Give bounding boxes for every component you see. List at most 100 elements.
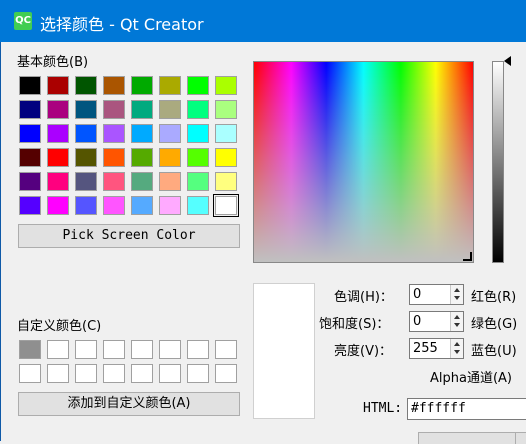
cancel-button[interactable] (515, 432, 526, 444)
basic-colors-label: 基本颜色(B) (17, 55, 89, 70)
basic-color-swatch[interactable] (159, 172, 181, 191)
basic-color-swatch[interactable] (47, 172, 69, 191)
basic-color-swatch[interactable] (187, 100, 209, 119)
basic-color-swatch[interactable] (47, 76, 69, 95)
custom-color-swatch[interactable] (103, 340, 125, 359)
basic-color-swatch[interactable] (213, 194, 239, 217)
hue-value: 0 (413, 287, 422, 302)
basic-color-swatch[interactable] (75, 76, 97, 95)
spin-down-icon[interactable] (454, 350, 460, 354)
basic-color-swatch[interactable] (47, 124, 69, 143)
custom-color-swatch[interactable] (131, 340, 153, 359)
alpha-label: Alpha通道(A) (430, 371, 512, 386)
basic-color-swatch[interactable] (187, 172, 209, 191)
custom-color-swatch[interactable] (215, 340, 237, 359)
basic-color-swatch[interactable] (75, 124, 97, 143)
basic-color-swatch[interactable] (75, 100, 97, 119)
value-spin-arrows[interactable] (450, 339, 463, 358)
custom-color-swatch[interactable] (187, 364, 209, 383)
hue-spinbox[interactable]: 0 (409, 284, 464, 305)
custom-colors-label: 自定义颜色(C) (17, 319, 102, 334)
basic-color-swatch[interactable] (159, 124, 181, 143)
basic-color-swatch[interactable] (159, 148, 181, 167)
value-value: 255 (413, 341, 438, 356)
spin-up-icon[interactable] (454, 342, 460, 346)
basic-color-swatch[interactable] (103, 196, 125, 215)
custom-color-swatch[interactable] (215, 364, 237, 383)
basic-color-swatch[interactable] (75, 148, 97, 167)
luminance-slider[interactable] (492, 61, 504, 263)
basic-color-swatch[interactable] (131, 172, 153, 191)
hue-saturation-picker[interactable] (253, 61, 474, 263)
luminance-marker-icon[interactable] (504, 56, 511, 66)
basic-color-swatch[interactable] (159, 76, 181, 95)
saturation-spinbox[interactable]: 0 (409, 311, 464, 332)
picker-crosshair[interactable] (463, 252, 472, 261)
custom-color-swatch[interactable] (131, 364, 153, 383)
custom-color-swatch[interactable] (103, 364, 125, 383)
basic-color-swatch[interactable] (131, 124, 153, 143)
blue-label: 蓝色(U) (471, 344, 517, 359)
custom-color-swatch[interactable] (47, 364, 69, 383)
basic-color-swatch[interactable] (159, 100, 181, 119)
green-label: 绿色(G) (471, 317, 518, 332)
value-spinbox[interactable]: 255 (409, 338, 464, 359)
basic-color-swatch[interactable] (215, 172, 237, 191)
basic-color-swatch[interactable] (75, 172, 97, 191)
basic-color-swatch[interactable] (215, 76, 237, 95)
basic-color-swatch[interactable] (103, 148, 125, 167)
basic-color-swatch[interactable] (215, 100, 237, 119)
saturation-value: 0 (413, 314, 422, 329)
basic-color-swatch[interactable] (103, 124, 125, 143)
custom-color-swatch[interactable] (19, 364, 41, 383)
pick-screen-color-button[interactable]: Pick Screen Color (18, 224, 240, 248)
basic-color-swatch[interactable] (47, 100, 69, 119)
custom-color-swatch[interactable] (47, 340, 69, 359)
basic-color-swatch[interactable] (131, 76, 153, 95)
basic-color-swatch[interactable] (47, 196, 69, 215)
color-preview (253, 283, 315, 419)
basic-color-swatch[interactable] (19, 196, 41, 215)
basic-color-swatch[interactable] (103, 76, 125, 95)
custom-color-swatch[interactable] (75, 364, 97, 383)
basic-color-swatch[interactable] (75, 196, 97, 215)
basic-color-swatch[interactable] (187, 76, 209, 95)
basic-color-swatch[interactable] (19, 76, 41, 95)
custom-color-swatch[interactable] (75, 340, 97, 359)
spin-down-icon[interactable] (454, 296, 460, 300)
basic-color-swatch[interactable] (19, 148, 41, 167)
html-color-input[interactable]: #ffffff (407, 398, 526, 420)
window-title: 选择颜色 - Qt Creator (40, 15, 204, 34)
basic-color-swatch[interactable] (131, 100, 153, 119)
basic-color-swatch[interactable] (159, 196, 181, 215)
spin-up-icon[interactable] (454, 288, 460, 292)
spin-up-icon[interactable] (454, 315, 460, 319)
add-to-custom-colors-button[interactable]: 添加到自定义颜色(A) (18, 392, 240, 416)
value-label: 亮度(V)： (334, 344, 393, 359)
saturation-spin-arrows[interactable] (450, 312, 463, 331)
hue-label: 色调(H)： (334, 290, 393, 305)
basic-color-swatch[interactable] (103, 100, 125, 119)
qt-creator-icon: QC (14, 12, 32, 30)
custom-color-swatch[interactable] (19, 340, 41, 359)
basic-color-swatch[interactable] (215, 148, 237, 167)
basic-color-swatch[interactable] (187, 196, 209, 215)
basic-color-swatch[interactable] (19, 100, 41, 119)
custom-color-swatch[interactable] (187, 340, 209, 359)
basic-color-swatch[interactable] (215, 124, 237, 143)
basic-color-swatch[interactable] (131, 196, 153, 215)
basic-color-swatch[interactable] (103, 172, 125, 191)
saturation-label: 饱和度(S)： (319, 317, 390, 332)
custom-color-swatch[interactable] (159, 340, 181, 359)
ok-button[interactable] (418, 432, 526, 444)
html-label: HTML: (363, 401, 403, 416)
hue-spin-arrows[interactable] (450, 285, 463, 304)
basic-color-swatch[interactable] (187, 124, 209, 143)
basic-color-swatch[interactable] (47, 148, 69, 167)
basic-color-swatch[interactable] (187, 148, 209, 167)
spin-down-icon[interactable] (454, 323, 460, 327)
basic-color-swatch[interactable] (19, 124, 41, 143)
basic-color-swatch[interactable] (131, 148, 153, 167)
basic-color-swatch[interactable] (19, 172, 41, 191)
custom-color-swatch[interactable] (159, 364, 181, 383)
